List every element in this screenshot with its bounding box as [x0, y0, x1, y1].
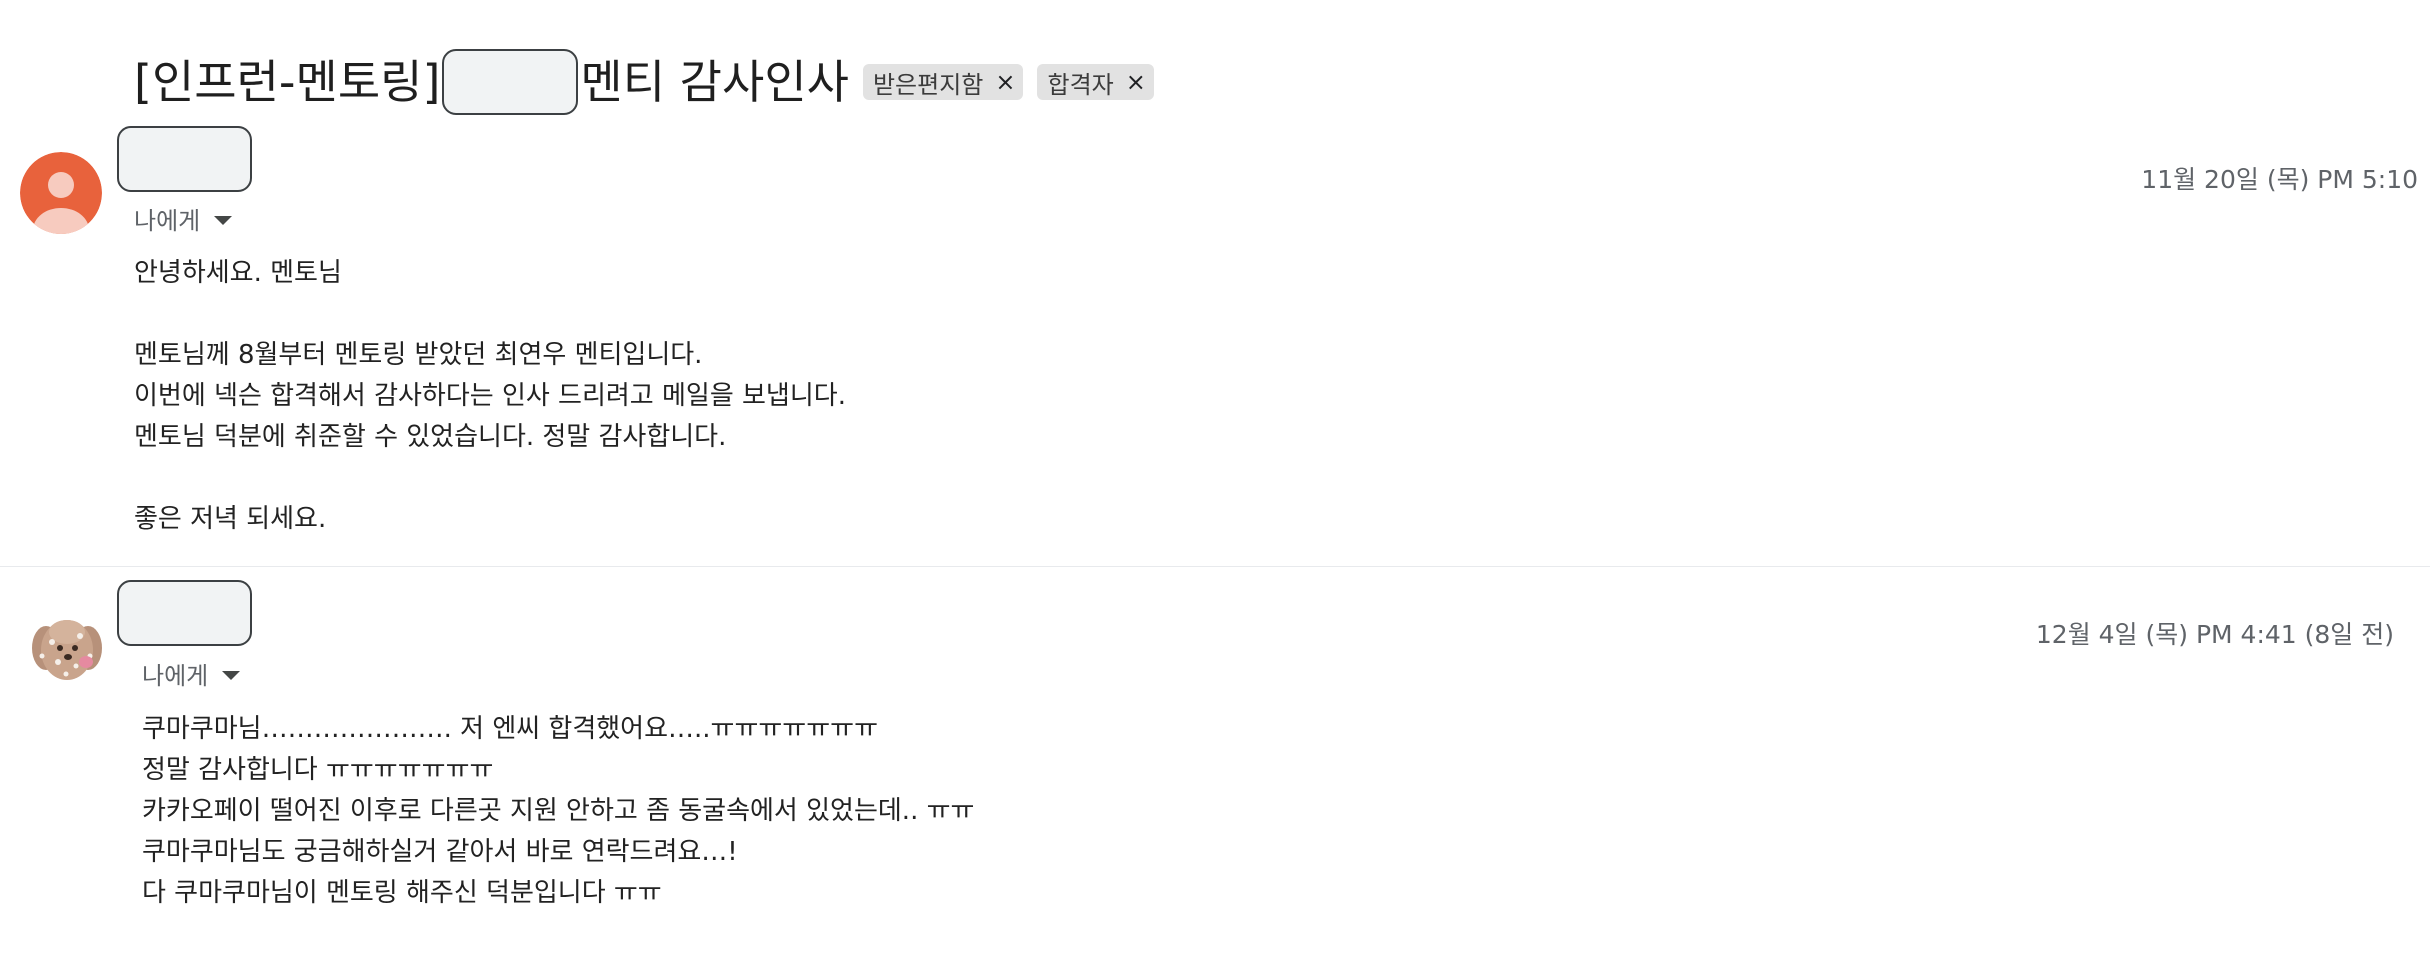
caret-down-icon — [214, 215, 233, 225]
dog-avatar-icon — [32, 620, 102, 680]
body-line: 이번에 넥슨 합격해서 감사하다는 인사 드리려고 메일을 보냅니다. — [134, 381, 846, 411]
body-line: 다 쿠마쿠마님이 멘토링 해주신 덕분입니다 ㅠㅠ — [142, 878, 662, 908]
message-date: 12월 4일 (목) PM 4:41 (8일 전) — [2035, 620, 2394, 649]
recipient-toggle[interactable]: 나에게 — [134, 201, 233, 236]
subject-prefix: [인프런-멘토링] — [134, 55, 441, 109]
label-chip-inbox-text: 받은편지함 — [872, 70, 984, 99]
message-date: 11월 20일 (목) PM 5:10 — [2141, 165, 2418, 194]
body-line: 카카오페이 떨어진 이후로 다른곳 지원 안하고 좀 동굴속에서 있었는데.. … — [142, 796, 975, 826]
recipient-toggle[interactable]: 나에게 — [142, 656, 241, 691]
remove-label-passed-icon[interactable]: × — [1126, 68, 1146, 96]
redacted-name-box — [442, 49, 579, 115]
body-line: 멘토님 덕분에 취준할 수 있었습니다. 정말 감사합니다. — [134, 422, 727, 452]
body-line — [134, 294, 846, 335]
label-chip-inbox[interactable]: 받은편지함 × — [862, 64, 1024, 100]
redacted-sender-name — [117, 580, 252, 646]
message-body: 쿠마쿠마님…………………. 저 엔씨 합격했어요…..ㅠㅠㅠㅠㅠㅠㅠ 정말 감사… — [142, 709, 974, 914]
body-line: 좋은 저녁 되세요. — [134, 504, 327, 534]
body-line: 쿠마쿠마님…………………. 저 엔씨 합격했어요…..ㅠㅠㅠㅠㅠㅠㅠ — [142, 714, 878, 744]
recipient-label: 나에게 — [134, 207, 201, 235]
sender-avatar-dog[interactable] — [28, 612, 106, 690]
body-line: 쿠마쿠마님도 궁금해하실거 같아서 바로 연락드려요…! — [142, 837, 738, 867]
person-avatar-icon — [20, 152, 102, 234]
label-chip-passed[interactable]: 합격자 × — [1037, 64, 1154, 100]
body-line: 정말 감사합니다 ㅠㅠㅠㅠㅠㅠㅠ — [142, 755, 494, 785]
sender-avatar-default[interactable] — [20, 152, 102, 234]
remove-label-inbox-icon[interactable]: × — [995, 68, 1015, 96]
email-subject: [인프런-멘토링] 멘티 감사인사 받은편지함 × 합격자 × — [134, 46, 1154, 118]
message-divider — [0, 566, 2430, 567]
label-chip-passed-text: 합격자 — [1047, 70, 1114, 99]
subject-suffix: 멘티 감사인사 — [580, 55, 849, 109]
caret-down-icon — [222, 670, 241, 680]
message-body: 안녕하세요. 멘토님 멘토님께 8월부터 멘토링 받았던 최연우 멘티입니다. … — [134, 253, 846, 540]
redacted-sender-name — [117, 126, 252, 192]
body-line — [134, 458, 846, 499]
body-line: 멘토님께 8월부터 멘토링 받았던 최연우 멘티입니다. — [134, 340, 703, 370]
body-line: 안녕하세요. 멘토님 — [134, 258, 342, 288]
recipient-label: 나에게 — [142, 662, 209, 690]
